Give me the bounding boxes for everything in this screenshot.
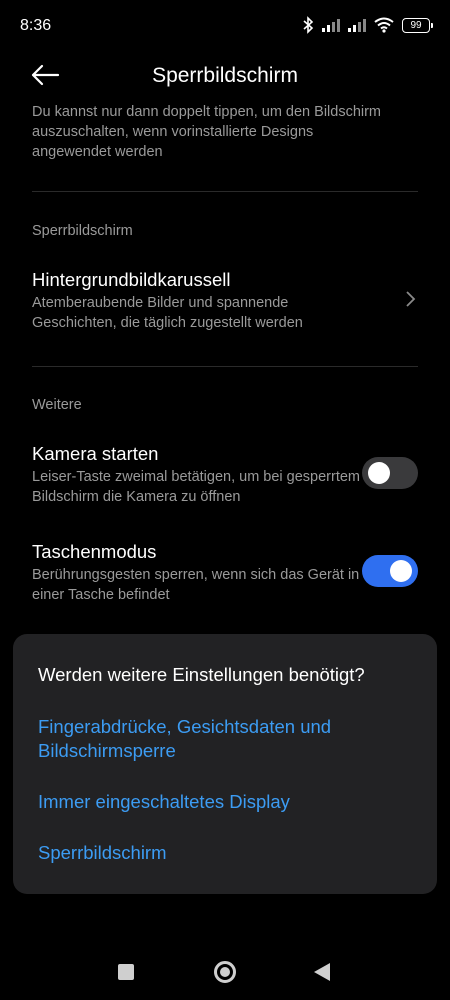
section-header-lockscreen: Sperrbildschirm [32,223,133,239]
toggle-knob [390,560,412,582]
toggle-knob [368,462,390,484]
bluetooth-icon [303,16,314,34]
pocket-mode-toggle[interactable] [362,555,418,587]
wallpaper-carousel-title: Hintergrundbildkarussell [32,269,231,290]
chevron-right-icon [406,291,416,307]
navigation-bar [0,950,450,1000]
launch-camera-description: Leiser-Taste zweimal betätigen, um bei g… [32,469,361,505]
launch-camera-toggle[interactable] [362,457,418,489]
double-tap-description: Du kannst nur dann doppelt tippen, um de… [32,104,382,160]
more-settings-card: Werden weitere Einstellungen benötigt? F… [13,634,437,894]
signal-icon [322,18,340,32]
page-title: Sperrbildschirm [152,64,298,87]
home-button[interactable] [214,961,236,983]
status-icons: 99 [302,16,433,34]
divider [32,366,418,367]
link-lockscreen[interactable]: Sperrbildschirm [38,841,418,865]
signal-icon-2 [348,18,366,32]
link-fingerprint-face-lock[interactable]: Fingerabdrücke, Gesichtsdaten und Bildsc… [38,715,418,763]
back-button[interactable] [314,963,330,981]
recents-button[interactable] [118,964,134,980]
pocket-mode-title: Taschenmodus [32,541,157,562]
divider [32,191,418,192]
status-time: 8:36 [20,17,52,34]
app-header: Sperrbildschirm [0,50,450,105]
battery-icon: 99 [402,17,433,33]
more-settings-title: Werden weitere Einstellungen benötigt? [38,664,365,685]
section-header-more: Weitere [32,397,82,413]
pocket-mode-description: Berührungsgesten sperren, wenn sich das … [32,567,360,603]
status-bar: 8:36 99 [0,0,450,50]
wallpaper-carousel-description: Atemberaubende Bilder und spannende Gesc… [32,295,303,331]
launch-camera-title: Kamera starten [32,443,159,464]
wifi-icon [374,17,394,33]
link-always-on-display[interactable]: Immer eingeschaltetes Display [38,790,418,814]
